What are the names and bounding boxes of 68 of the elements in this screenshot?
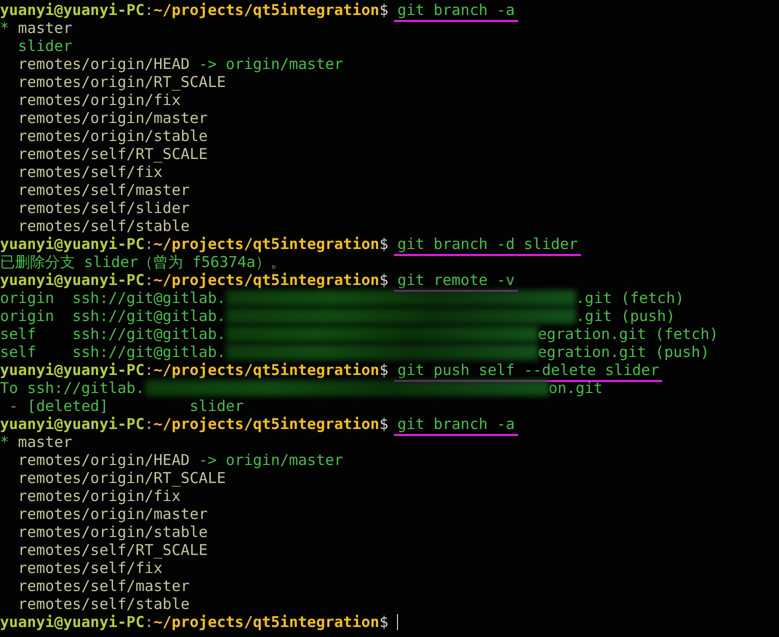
output-text: .git (push) [576,307,676,325]
output-text: remotes/origin/master [17,109,208,127]
output-text: remotes/origin/fix [17,91,181,109]
command-text: git branch -a [393,0,519,20]
output-text: remotes/self/fix [17,559,163,577]
output-text: remotes/self/master [17,181,190,199]
output-text: origin ssh://git@gitlab. [0,307,226,325]
output-text: 已删除分支 slider（曾为 f56374a）。 [0,253,286,271]
prompt-path: ~/projects/qt5integration [154,271,380,289]
text-cursor [397,614,398,630]
prompt-path: ~/projects/qt5integration [154,415,380,433]
prompt-user: yuanyi@yuanyi-PC [0,235,144,253]
prompt-user: yuanyi@yuanyi-PC [0,1,144,19]
output-text: on.git [548,379,603,397]
output-text: remotes/self/stable [17,217,190,235]
prompt-symbol: $ [379,415,388,433]
output-text: * [0,433,10,451]
prompt-user: yuanyi@yuanyi-PC [0,361,144,379]
prompt-path: ~/projects/qt5integration [154,613,380,631]
prompt-path: ~/projects/qt5integration [154,235,380,253]
output-text: remotes/self/master [17,577,190,595]
output-text: - [deleted] slider [8,397,244,415]
prompt-symbol: $ [379,361,388,379]
output-text: remotes/origin/stable [17,523,208,541]
output-text: remotes/origin/HEAD [17,451,190,469]
output-text: -> origin/master [198,55,344,73]
output-text: .git (fetch) [576,289,684,307]
prompt-separator: : [144,271,154,289]
command-text: git push self --delete slider [393,360,664,380]
output-text: self ssh://git@gitlab. [0,325,226,343]
output-text: remotes/self/slider [17,199,190,217]
output-text: remotes/self/stable [17,595,190,613]
output-text: remotes/origin/master [17,505,208,523]
output-text: egration.git (fetch) [538,325,718,343]
output-text: master [17,433,72,451]
prompt-user: yuanyi@yuanyi-PC [0,271,144,289]
prompt-separator: : [144,1,154,19]
prompt-user: yuanyi@yuanyi-PC [0,415,144,433]
output-text: origin ssh://git@gitlab. [0,289,226,307]
prompt-separator: : [144,613,154,631]
prompt-separator: : [144,415,154,433]
output-text: remotes/origin/RT_SCALE [17,469,226,487]
output-text: slider [17,37,72,55]
output-text: remotes/self/RT_SCALE [17,145,208,163]
prompt-path: ~/projects/qt5integration [154,361,380,379]
output-text: * [0,19,10,37]
prompt-symbol: $ [379,271,388,289]
prompt-symbol: $ [379,1,388,19]
prompt-symbol: $ [379,613,388,631]
output-text: remotes/origin/fix [17,487,181,505]
output-text: egration.git (push) [538,343,710,361]
output-text: remotes/origin/stable [17,127,208,145]
command-text: git branch -d slider [393,234,582,254]
output-text: remotes/origin/RT_SCALE [17,73,226,91]
output-text: remotes/self/RT_SCALE [17,541,208,559]
output-text: master [17,19,72,37]
output-text: remotes/origin/HEAD [17,55,190,73]
command-text: git branch -a [393,414,519,434]
output-text: self ssh://git@gitlab. [0,343,226,361]
prompt-symbol: $ [379,235,388,253]
prompt-separator: : [144,235,154,253]
command-text: git remote -v [393,270,519,290]
prompt-user: yuanyi@yuanyi-PC [0,613,144,631]
prompt-path: ~/projects/qt5integration [154,1,380,19]
output-text: -> origin/master [198,451,344,469]
output-text: To ssh://gitlab. [0,379,144,397]
prompt-separator: : [144,361,154,379]
output-text: remotes/self/fix [17,163,163,181]
